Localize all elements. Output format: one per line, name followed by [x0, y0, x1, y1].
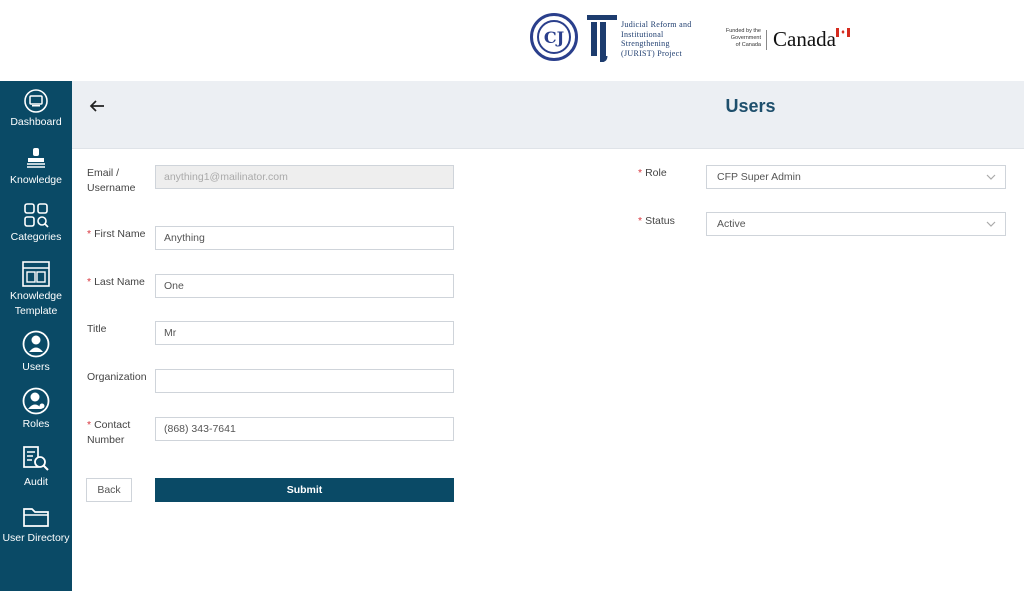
- back-button[interactable]: Back: [86, 478, 132, 502]
- template-icon: [22, 261, 50, 287]
- sidebar-item-categories[interactable]: Categories: [0, 202, 72, 245]
- contact-number-label: * Contact Number: [87, 419, 131, 446]
- categories-icon: [24, 203, 49, 228]
- user-circle-icon: [22, 330, 50, 358]
- folder-icon: [23, 508, 49, 527]
- sidebar-item-label: Users: [22, 361, 50, 373]
- sidebar-item-roles[interactable]: Roles: [0, 387, 72, 432]
- canada-flag-icon: ♦: [836, 28, 850, 37]
- sidebar-item-label: Categories: [10, 231, 62, 243]
- submit-button[interactable]: Submit: [155, 478, 454, 502]
- sidebar-item-label: Knowledge: [10, 174, 62, 186]
- chevron-down-icon: [986, 174, 996, 180]
- audit-icon: [23, 446, 49, 471]
- organization-label: Organization: [87, 371, 147, 383]
- sidebar-item-dashboard[interactable]: Dashboard: [0, 89, 72, 130]
- contact-number-field[interactable]: [155, 417, 454, 441]
- sidebar-item-label: User Directory: [2, 532, 70, 544]
- title-field[interactable]: [155, 321, 454, 345]
- jurist-project-text: Judicial Reform and Institutional Streng…: [621, 20, 692, 58]
- last-name-label: * Last Name: [87, 276, 145, 288]
- branding-bar: CJ Judicial Reform and Institutional Str…: [0, 0, 1024, 81]
- sidebar-item-label: Knowledge Template: [10, 290, 62, 317]
- sidebar-item-audit[interactable]: Audit: [0, 445, 72, 490]
- sidebar: Dashboard Knowledge Categories Knowledge…: [0, 81, 72, 591]
- status-select[interactable]: Active: [706, 212, 1006, 236]
- organization-field[interactable]: [155, 369, 454, 393]
- sidebar-item-knowledge-template[interactable]: Knowledge Template: [0, 261, 72, 319]
- email-field: [155, 165, 454, 189]
- funded-by-text: Funded by the Government of Canada: [725, 28, 761, 48]
- title-label: Title: [87, 323, 107, 335]
- page-header: [72, 81, 1024, 149]
- first-name-label: * First Name: [87, 228, 146, 240]
- court-seal-logo: CJ: [530, 13, 578, 61]
- monitor-icon: [24, 89, 48, 113]
- chevron-down-icon: [986, 221, 996, 227]
- role-select[interactable]: CFP Super Admin: [706, 165, 1006, 189]
- last-name-field[interactable]: [155, 274, 454, 298]
- sidebar-item-label: Roles: [22, 418, 50, 430]
- sidebar-item-label: Audit: [24, 476, 48, 488]
- sidebar-item-label: Dashboard: [10, 116, 62, 128]
- role-select-value: CFP Super Admin: [717, 171, 801, 183]
- sidebar-item-user-directory[interactable]: User Directory: [0, 505, 72, 546]
- sidebar-item-users[interactable]: Users: [0, 330, 72, 375]
- back-arrow-icon[interactable]: [88, 97, 106, 115]
- sidebar-item-knowledge[interactable]: Knowledge: [0, 147, 72, 188]
- jurist-pillar-logo: [587, 15, 617, 62]
- status-label: * Status: [638, 215, 675, 227]
- roles-icon: [22, 387, 50, 415]
- email-label: Email / Username: [87, 167, 136, 194]
- status-select-value: Active: [717, 218, 746, 230]
- canada-wordmark: Canada: [773, 27, 836, 51]
- first-name-field[interactable]: [155, 226, 454, 250]
- role-label: * Role: [638, 167, 667, 179]
- logo-divider: [766, 30, 767, 50]
- stamp-icon: [27, 148, 45, 168]
